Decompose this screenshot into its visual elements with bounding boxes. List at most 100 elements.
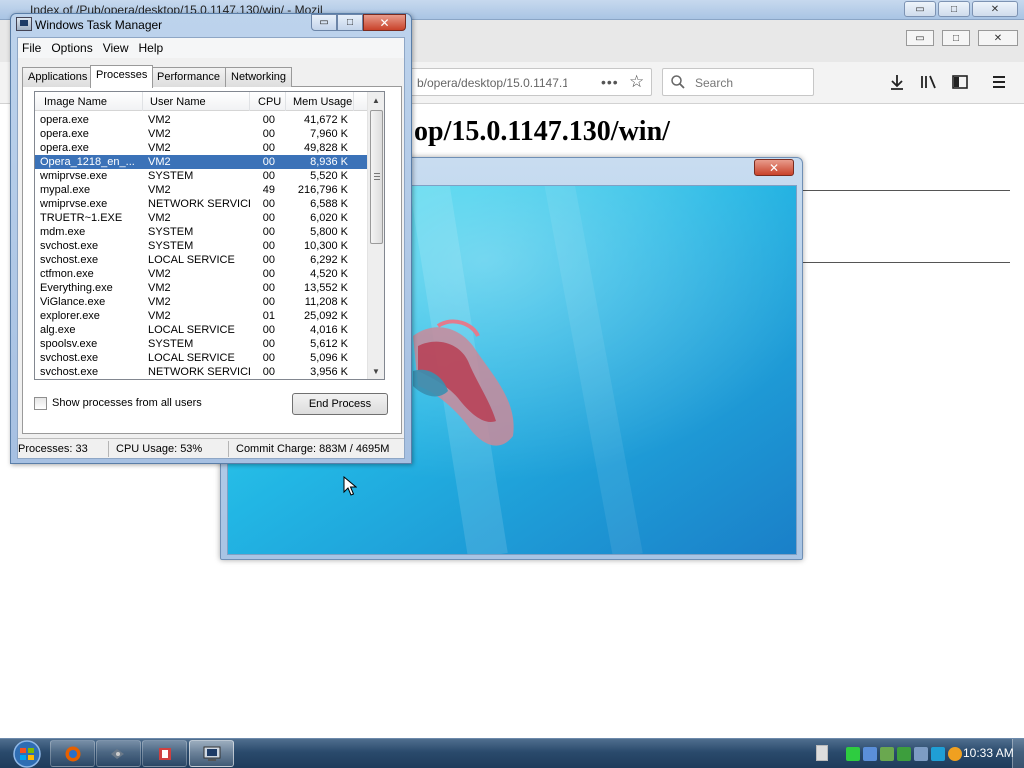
menu-help[interactable]: Help: [135, 38, 170, 58]
download-icon[interactable]: [887, 72, 907, 92]
process-row[interactable]: mdm.exe SYSTEM 00 5,800 K: [35, 225, 368, 239]
process-list-header: Image Name User Name CPU Mem Usage: [35, 92, 368, 111]
tray-volume-icon[interactable]: [914, 747, 928, 761]
process-row[interactable]: alg.exe LOCAL SERVICE 00 4,016 K: [35, 323, 368, 337]
tray-tool-icon[interactable]: [880, 747, 894, 761]
tray-app-icon[interactable]: [931, 747, 945, 761]
menu-bar: File Options View Help: [18, 38, 404, 58]
process-mem-usage: 5,800 K: [310, 226, 348, 238]
process-row[interactable]: explorer.exe VM2 01 25,092 K: [35, 309, 368, 323]
mouse-cursor-icon: [343, 476, 357, 496]
outer-minimize-button[interactable]: ▭: [904, 1, 936, 17]
process-mem-usage: 11,208 K: [304, 296, 348, 308]
taskbar-opera-installer-button[interactable]: [142, 740, 187, 767]
menu-file[interactable]: File: [18, 38, 47, 58]
menu-view[interactable]: View: [99, 38, 135, 58]
outer-close-button[interactable]: ✕: [972, 1, 1018, 17]
status-bar: Processes: 33 CPU Usage: 53% Commit Char…: [18, 438, 404, 458]
scroll-up-arrow-icon[interactable]: ▲: [368, 92, 384, 108]
tab-networking[interactable]: Networking: [225, 67, 293, 87]
inner-minimize-button[interactable]: ▭: [906, 30, 934, 46]
tray-monitor-icon[interactable]: [863, 747, 877, 761]
menu-options[interactable]: Options: [47, 38, 98, 58]
end-process-button[interactable]: End Process: [292, 393, 388, 415]
show-desktop-button[interactable]: [1012, 739, 1024, 768]
process-mem-usage: 5,612 K: [310, 338, 348, 350]
process-row[interactable]: opera.exe VM2 00 49,828 K: [35, 141, 368, 155]
process-row[interactable]: opera.exe VM2 00 7,960 K: [35, 127, 368, 141]
process-row[interactable]: svchost.exe NETWORK SERVICE 00 3,956 K: [35, 365, 368, 379]
process-rows: opera.exe VM2 00 41,672 K opera.exe VM2 00 7,96…: [35, 113, 368, 379]
process-user: SYSTEM: [148, 338, 194, 350]
close-button[interactable]: ✕: [363, 14, 406, 31]
menu-icon[interactable]: [989, 72, 1009, 92]
process-name: opera.exe: [40, 128, 89, 140]
sidebar-icon[interactable]: [950, 72, 970, 92]
tray-safely-remove-icon[interactable]: [897, 747, 911, 761]
column-cpu[interactable]: CPU: [250, 92, 286, 111]
scroll-down-arrow-icon[interactable]: ▼: [368, 363, 384, 379]
process-cpu: 00: [262, 366, 275, 378]
process-mem-usage: 216,796 K: [297, 184, 348, 196]
process-mem-usage: 4,016 K: [310, 324, 348, 336]
process-user: VM2: [148, 184, 171, 196]
process-row[interactable]: ViGlance.exe VM2 00 11,208 K: [35, 295, 368, 309]
task-manager-window: Windows Task Manager ▭ □ ✕ File Options …: [10, 13, 412, 464]
process-row[interactable]: opera.exe VM2 00 41,672 K: [35, 113, 368, 127]
tray-network-icon[interactable]: [846, 747, 860, 761]
tab-performance[interactable]: Performance: [151, 67, 226, 87]
process-mem-usage: 8,936 K: [310, 156, 348, 168]
search-icon: [671, 75, 685, 89]
search-box[interactable]: Search: [662, 68, 814, 96]
scroll-thumb[interactable]: [370, 110, 383, 244]
keyboard-icon[interactable]: [816, 745, 828, 761]
process-mem-usage: 49,828 K: [303, 142, 348, 154]
show-all-processes-checkbox[interactable]: [34, 397, 47, 410]
process-mem-usage: 6,292 K: [310, 254, 348, 266]
tab-processes[interactable]: Processes: [90, 65, 154, 88]
process-row[interactable]: TRUETR~1.EXE VM2 00 6,020 K: [35, 211, 368, 225]
process-user: VM2: [148, 282, 171, 294]
image-viewer-close-button[interactable]: ✕: [754, 159, 794, 176]
bookmark-star-icon[interactable]: ☆: [629, 72, 644, 92]
task-manager-icon: [16, 17, 32, 31]
process-list[interactable]: Image Name User Name CPU Mem Usage opera…: [34, 91, 385, 380]
process-user: VM2: [148, 268, 171, 280]
taskbar-clock[interactable]: 10:33 AM: [963, 746, 1014, 760]
outer-maximize-button[interactable]: □: [938, 1, 970, 17]
column-image-name[interactable]: Image Name: [35, 92, 143, 111]
process-cpu: 00: [262, 282, 275, 294]
process-row[interactable]: ctfmon.exe VM2 00 4,520 K: [35, 267, 368, 281]
column-mem-usage[interactable]: Mem Usage: [286, 92, 354, 111]
process-row[interactable]: Everything.exe VM2 00 13,552 K: [35, 281, 368, 295]
minimize-button[interactable]: ▭: [311, 14, 337, 31]
page-actions-icon[interactable]: •••: [601, 74, 619, 90]
tray-search-icon[interactable]: [948, 747, 962, 761]
library-icon[interactable]: [919, 72, 939, 92]
process-row[interactable]: svchost.exe SYSTEM 00 10,300 K: [35, 239, 368, 253]
process-cpu: 00: [262, 114, 275, 126]
process-row[interactable]: spoolsv.exe SYSTEM 00 5,612 K: [35, 337, 368, 351]
taskbar-firefox-button[interactable]: [50, 740, 95, 767]
inner-close-button[interactable]: ✕: [978, 30, 1018, 46]
process-list-scrollbar[interactable]: ▲ ▼: [367, 92, 384, 379]
process-row[interactable]: Opera_1218_en_... VM2 00 8,936 K: [35, 155, 368, 169]
start-button-icon[interactable]: [8, 739, 46, 768]
maximize-button[interactable]: □: [337, 14, 363, 31]
tab-applications[interactable]: Applications: [22, 67, 94, 87]
url-bar[interactable]: b/opera/desktop/15.0.1147.1 ••• ☆: [400, 68, 652, 96]
process-row[interactable]: svchost.exe LOCAL SERVICE 00 5,096 K: [35, 351, 368, 365]
inner-maximize-button[interactable]: □: [942, 30, 970, 46]
process-cpu: 00: [262, 338, 275, 350]
taskbar-task-manager-button[interactable]: [189, 740, 234, 767]
process-mem-usage: 7,960 K: [310, 128, 348, 140]
process-user: VM2: [148, 296, 171, 308]
process-row[interactable]: mypal.exe VM2 49 216,796 K: [35, 183, 368, 197]
process-mem-usage: 6,020 K: [310, 212, 348, 224]
process-row[interactable]: wmiprvse.exe SYSTEM 00 5,520 K: [35, 169, 368, 183]
process-row[interactable]: svchost.exe LOCAL SERVICE 00 6,292 K: [35, 253, 368, 267]
process-cpu: 00: [262, 352, 275, 364]
process-row[interactable]: wmiprvse.exe NETWORK SERVICE 00 6,588 K: [35, 197, 368, 211]
column-user-name[interactable]: User Name: [143, 92, 250, 111]
taskbar-image-viewer-button[interactable]: [96, 740, 141, 767]
